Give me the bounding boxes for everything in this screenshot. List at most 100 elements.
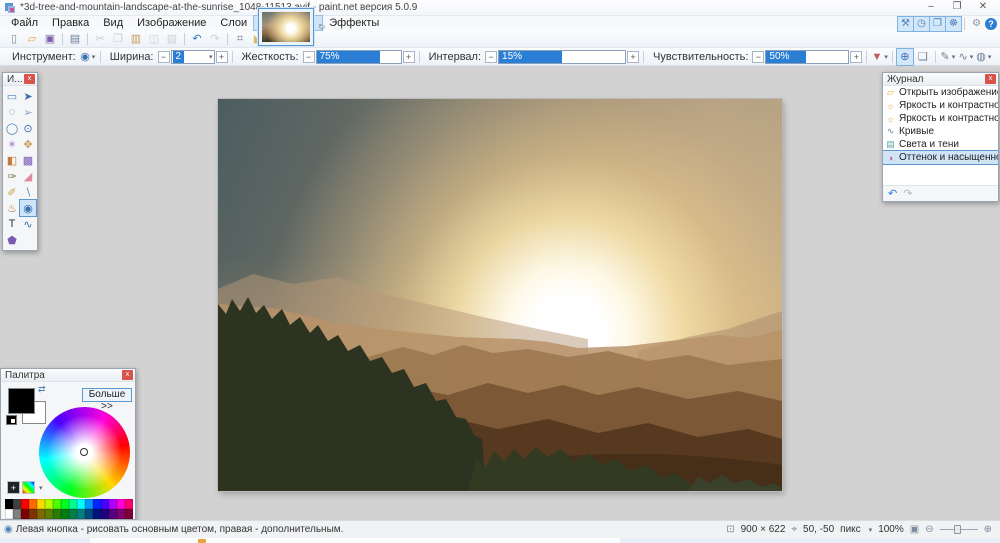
- tool-move-selected-pixels[interactable]: ➤: [20, 88, 36, 104]
- close-icon[interactable]: x: [985, 74, 996, 84]
- palette-swatch[interactable]: [45, 509, 53, 519]
- history-item-5[interactable]: ◑Оттенок и насыщенность: [883, 151, 998, 164]
- interval-slider[interactable]: 15%: [498, 50, 626, 64]
- interval-increase-button[interactable]: +: [627, 51, 639, 63]
- paste-button[interactable]: ▥: [128, 31, 144, 47]
- menu-item-4[interactable]: Слои: [213, 16, 254, 30]
- tool-text[interactable]: T: [4, 216, 20, 232]
- save-file-button[interactable]: ▣: [42, 31, 58, 47]
- taskbar-app-icon[interactable]: [198, 539, 206, 543]
- antialiasing-button[interactable]: ⊕: [897, 49, 913, 65]
- minimize-button[interactable]: –: [918, 0, 944, 15]
- history-item-0[interactable]: ▱Открыть изображение: [883, 86, 998, 99]
- history-item-4[interactable]: ▤Света и тени: [883, 138, 998, 151]
- tool-recolor[interactable]: ◉: [20, 200, 36, 216]
- swap-colors-icon[interactable]: ⇄: [38, 384, 46, 395]
- blend-mode-button[interactable]: ✎▾: [940, 49, 956, 65]
- palette-swatch[interactable]: [117, 509, 125, 519]
- tool-eraser[interactable]: ◢: [20, 168, 36, 184]
- tool-paint-bucket[interactable]: ◧: [4, 152, 20, 168]
- primary-color-swatch[interactable]: [8, 388, 35, 414]
- palette-panel-titlebar[interactable]: Палитра x: [1, 369, 135, 382]
- palette-swatch[interactable]: [109, 509, 117, 519]
- units-value[interactable]: пикс: [840, 524, 861, 535]
- help-button[interactable]: ?: [985, 18, 997, 30]
- menu-item-2[interactable]: Вид: [96, 16, 130, 30]
- tool-move-selection[interactable]: ➢: [20, 104, 36, 120]
- image-tab[interactable]: [258, 8, 314, 46]
- menu-item-0[interactable]: Файл: [4, 16, 45, 30]
- tool-rectangle-select[interactable]: ▭: [4, 88, 20, 104]
- menu-item-1[interactable]: Правка: [45, 16, 96, 30]
- sensitivity-slider[interactable]: 50%: [765, 50, 849, 64]
- add-color-icon[interactable]: +: [7, 481, 20, 494]
- settings-button[interactable]: ⚙: [969, 17, 984, 31]
- zoom-out-icon[interactable]: ⊖: [925, 524, 933, 535]
- color-mode-swatch[interactable]: [6, 415, 17, 425]
- palette-swatch[interactable]: [21, 499, 29, 509]
- toggle-colors-button[interactable]: ☸: [946, 17, 961, 31]
- selection-draw-mode-button[interactable]: ∿▾: [958, 49, 974, 65]
- menu-item-3[interactable]: Изображение: [130, 16, 213, 30]
- sensitivity-decrease-button[interactable]: −: [752, 51, 764, 63]
- tool-gradient[interactable]: ▩: [20, 152, 36, 168]
- tool-ellipse-select[interactable]: ◯: [4, 120, 20, 136]
- redo-button[interactable]: ↷: [207, 31, 223, 47]
- print-button[interactable]: ▤: [67, 31, 83, 47]
- palette-swatch[interactable]: [117, 499, 125, 509]
- palette-swatch[interactable]: [85, 509, 93, 519]
- crop-button[interactable]: ◫: [146, 31, 162, 47]
- caret-down-icon[interactable]: ▾: [39, 484, 43, 492]
- caret-down-icon[interactable]: ▾: [869, 526, 873, 534]
- tool-color-picker[interactable]: ∖: [20, 184, 36, 200]
- history-panel-titlebar[interactable]: Журнал x: [883, 73, 998, 86]
- palette-swatch[interactable]: [13, 509, 21, 519]
- restore-button[interactable]: ❐: [944, 0, 970, 15]
- palette-swatch[interactable]: [77, 499, 85, 509]
- history-item-3[interactable]: ∿Кривые: [883, 125, 998, 138]
- palette-swatch[interactable]: [53, 499, 61, 509]
- palette-swatch[interactable]: [61, 509, 69, 519]
- toggle-history-button[interactable]: ◷: [914, 17, 929, 31]
- fit-window-icon[interactable]: ▣: [910, 524, 919, 535]
- tool-pencil[interactable]: ✐: [4, 184, 20, 200]
- sensitivity-increase-button[interactable]: +: [850, 51, 862, 63]
- toggle-layers-button[interactable]: ❐: [930, 17, 945, 31]
- palette-swatch[interactable]: [69, 509, 77, 519]
- menu-item-6[interactable]: Эффекты: [322, 16, 386, 30]
- palette-swatch[interactable]: [13, 499, 21, 509]
- grid-toggle-button[interactable]: ⌗: [232, 31, 248, 47]
- palette-swatch[interactable]: [125, 509, 133, 519]
- palette-more-button[interactable]: Больше >>: [82, 388, 132, 402]
- palette-swatch[interactable]: [37, 499, 45, 509]
- palette-swatch[interactable]: [29, 509, 37, 519]
- palette-swatch[interactable]: [61, 499, 69, 509]
- fill-style-button[interactable]: ▼▾: [871, 49, 887, 65]
- new-file-button[interactable]: ▯: [6, 31, 22, 47]
- tool-shapes[interactable]: ⬟: [4, 232, 20, 248]
- canvas-image[interactable]: [218, 99, 782, 491]
- hardness-slider[interactable]: 75%: [316, 50, 402, 64]
- pixel-sampling-button[interactable]: ❏: [915, 49, 931, 65]
- width-combobox[interactable]: 2 ▾: [171, 50, 215, 64]
- tool-magic-wand[interactable]: ✶: [4, 136, 20, 152]
- palette-swatch[interactable]: [53, 509, 61, 519]
- palette-swatch[interactable]: [109, 499, 117, 509]
- color-wheel-selector[interactable]: [80, 448, 88, 456]
- palette-swatch[interactable]: [5, 509, 13, 519]
- history-item-2[interactable]: ☼Яркость и контрастность: [883, 112, 998, 125]
- toggle-tools-button[interactable]: ⚒: [898, 17, 913, 31]
- zoom-slider-thumb[interactable]: [954, 525, 961, 534]
- palette-swatch[interactable]: [37, 509, 45, 519]
- close-icon[interactable]: x: [24, 74, 35, 84]
- deselect-button[interactable]: ▧: [164, 31, 180, 47]
- width-decrease-button[interactable]: −: [158, 51, 170, 63]
- tool-clone-stamp[interactable]: ♨: [4, 200, 20, 216]
- palette-swatch[interactable]: [21, 509, 29, 519]
- palette-swatch[interactable]: [77, 509, 85, 519]
- current-tool-button[interactable]: ◉ ▾: [80, 49, 96, 65]
- palette-swatch[interactable]: [69, 499, 77, 509]
- palette-swatch[interactable]: [93, 499, 101, 509]
- history-item-1[interactable]: ☼Яркость и контрастность: [883, 99, 998, 112]
- undo-icon[interactable]: ↶: [888, 187, 897, 200]
